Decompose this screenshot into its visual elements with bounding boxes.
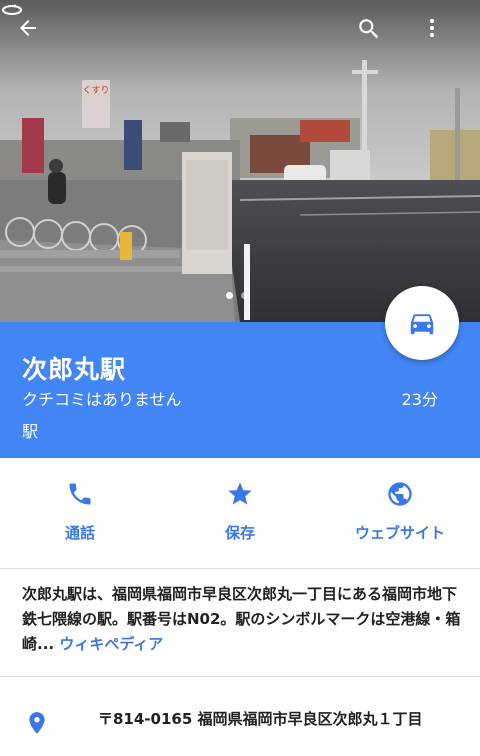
website-button[interactable]: ウェブサイト <box>320 458 480 568</box>
place-title: 次郎丸駅 <box>22 355 127 384</box>
call-button[interactable]: 通話 <box>0 458 160 568</box>
phone-icon <box>69 483 91 505</box>
place-pin-icon <box>29 712 45 734</box>
directions-button[interactable] <box>385 286 459 360</box>
more-vert-icon <box>430 19 434 37</box>
street-view-photo[interactable]: くすり <box>0 0 480 322</box>
travel-time: 23分 <box>401 390 438 409</box>
place-description: 次郎丸駅は、福岡県福岡市早良区次郎丸一丁目にある福岡市地下鉄七隈線の駅。駅番号は… <box>22 582 462 657</box>
car-icon <box>410 314 434 335</box>
action-bar: 通話 保存 ウェブサイト <box>0 458 480 569</box>
save-label: 保存 <box>224 524 255 542</box>
website-label: ウェブサイト <box>354 524 445 542</box>
search-icon <box>359 19 379 39</box>
divider <box>0 676 480 677</box>
more-options-button[interactable] <box>420 16 464 60</box>
call-label: 通話 <box>64 524 95 542</box>
wikipedia-link[interactable]: ウィキペディア <box>59 635 163 653</box>
globe-icon <box>388 482 412 506</box>
review-summary[interactable]: クチコミはありません <box>22 386 182 410</box>
street-scene: くすり <box>0 0 480 322</box>
save-button[interactable]: 保存 <box>160 458 320 568</box>
search-button[interactable] <box>356 16 400 60</box>
pager-dot <box>241 292 248 299</box>
rotate-360-icon[interactable] <box>0 0 24 20</box>
place-category: 駅 <box>22 422 39 441</box>
address-text[interactable]: 〒814-0165 福岡県福岡市早良区次郎丸１丁目 <box>98 708 423 729</box>
pager-dot-active <box>226 292 233 299</box>
back-button[interactable] <box>16 16 60 60</box>
shop-sign-text: くすり <box>82 85 109 96</box>
photo-pager[interactable] <box>226 292 248 299</box>
star-icon <box>228 482 252 505</box>
